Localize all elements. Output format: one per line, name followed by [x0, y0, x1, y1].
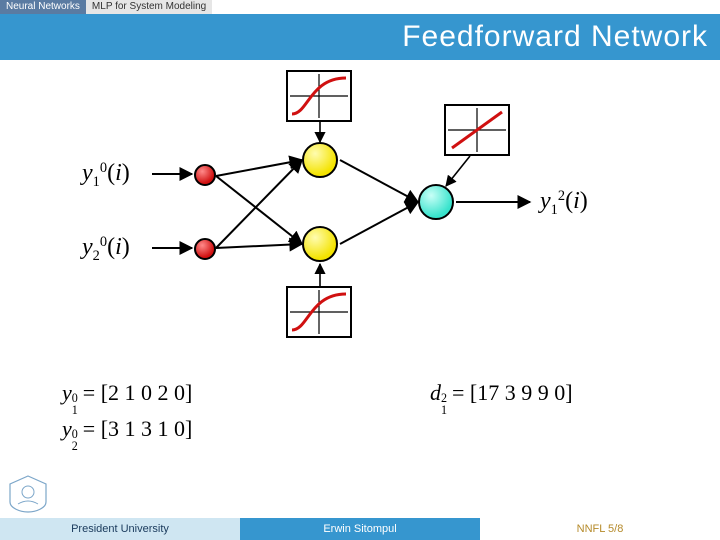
- activation-box-linear: [444, 104, 510, 156]
- footer-center: Erwin Sitompul: [240, 518, 480, 540]
- sigmoid-icon: [288, 72, 350, 120]
- eq-var: y: [62, 380, 72, 405]
- linear-icon: [446, 106, 508, 154]
- topbar-chapter: MLP for System Modeling: [86, 0, 212, 14]
- output-node-1: [418, 184, 454, 220]
- eq-vals: [17 3 9 9 0]: [470, 380, 573, 405]
- eq-d1-2: d12 = [17 3 9 9 0]: [430, 380, 573, 406]
- topbar-spacer: [212, 0, 720, 14]
- footer-right: NNFL 5/8: [480, 518, 720, 540]
- slide-title-bar: Feedforward Network: [0, 14, 720, 60]
- topbar-course: Neural Networks: [0, 0, 86, 14]
- input-node-2: [194, 238, 216, 260]
- eq-vals: [2 1 0 2 0]: [101, 380, 193, 405]
- slide-title: Feedforward Network: [402, 20, 708, 54]
- hidden-node-1: [302, 142, 338, 178]
- sigmoid-icon: [288, 288, 350, 336]
- eq-y2-0: y20 = [3 1 3 1 0]: [62, 416, 192, 442]
- hidden-node-2: [302, 226, 338, 262]
- footer-left: President University: [0, 518, 240, 540]
- label-y1-0: y10(i): [82, 160, 130, 187]
- eq-vals: [3 1 3 1 0]: [101, 416, 193, 441]
- activation-box-top: [286, 70, 352, 122]
- footer: President University Erwin Sitompul NNFL…: [0, 518, 720, 540]
- university-logo: [6, 474, 50, 514]
- eq-var: d: [430, 380, 441, 405]
- topbar: Neural Networks MLP for System Modeling: [0, 0, 720, 14]
- eq-y1-0: y10 = [2 1 0 2 0]: [62, 380, 192, 406]
- eq-var: y: [62, 416, 72, 441]
- activation-box-bottom: [286, 286, 352, 338]
- network-edges: [0, 60, 720, 520]
- label-y2-0: y20(i): [82, 234, 130, 261]
- label-y1-2: y12(i): [540, 188, 588, 215]
- slide-content: y10(i) y20(i) y12(i) y10 = [2 1 0 2 0] y…: [0, 60, 720, 518]
- logo-icon: [6, 474, 50, 514]
- input-node-1: [194, 164, 216, 186]
